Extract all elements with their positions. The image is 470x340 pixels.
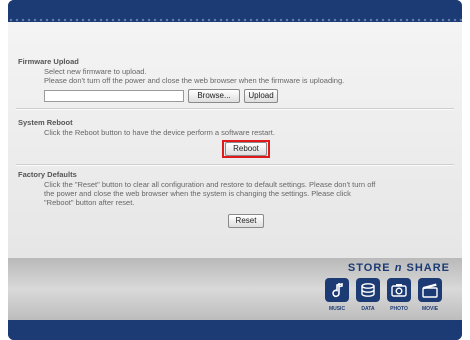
maintenance-panel: Firmware Upload Select new firmware to u… bbox=[8, 22, 462, 258]
upload-button[interactable]: Upload bbox=[244, 89, 278, 103]
firmware-upload-instruction: Select new firmware to upload. bbox=[44, 67, 147, 76]
factory-defaults-title: Factory Defaults bbox=[18, 170, 77, 179]
brand-word-share: SHARE bbox=[406, 262, 450, 274]
firmware-upload-warning: Please don't turn off the power and clos… bbox=[44, 76, 345, 85]
firmware-upload-title: Firmware Upload bbox=[18, 57, 79, 66]
system-reboot-title: System Reboot bbox=[18, 118, 73, 127]
bottom-bar bbox=[8, 320, 462, 340]
browse-button[interactable]: Browse... bbox=[188, 89, 240, 103]
footer-branding: STORE n SHARE MUSIC DATA PHOTO MOVIE bbox=[8, 258, 462, 320]
system-reboot-description: Click the Reboot button to have the devi… bbox=[44, 128, 275, 137]
app-frame: Firmware Upload Select new firmware to u… bbox=[8, 0, 462, 340]
firmware-file-field[interactable] bbox=[44, 90, 184, 102]
store-n-share-logo: STORE n SHARE bbox=[348, 262, 450, 274]
data-label: DATA bbox=[361, 306, 375, 312]
divider bbox=[16, 164, 454, 166]
photo-icon bbox=[387, 278, 411, 302]
divider bbox=[16, 108, 454, 110]
movie-label: MOVIE bbox=[421, 306, 439, 312]
factory-defaults-line-1: Click the "Reset" button to clear all co… bbox=[44, 180, 376, 189]
factory-defaults-line-2: the power and close the web browser when… bbox=[44, 189, 351, 198]
reboot-button[interactable]: Reboot bbox=[225, 142, 267, 156]
music-label: MUSIC bbox=[328, 306, 346, 312]
brand-word-n: n bbox=[394, 262, 403, 274]
data-icon bbox=[356, 278, 380, 302]
photo-label: PHOTO bbox=[390, 306, 408, 312]
movie-icon bbox=[418, 278, 442, 302]
factory-defaults-line-3: "Reboot" button after reset. bbox=[44, 198, 135, 207]
reset-button[interactable]: Reset bbox=[228, 214, 264, 228]
brand-word-store: STORE bbox=[347, 262, 391, 274]
top-bar bbox=[8, 0, 462, 22]
music-icon bbox=[325, 278, 349, 302]
